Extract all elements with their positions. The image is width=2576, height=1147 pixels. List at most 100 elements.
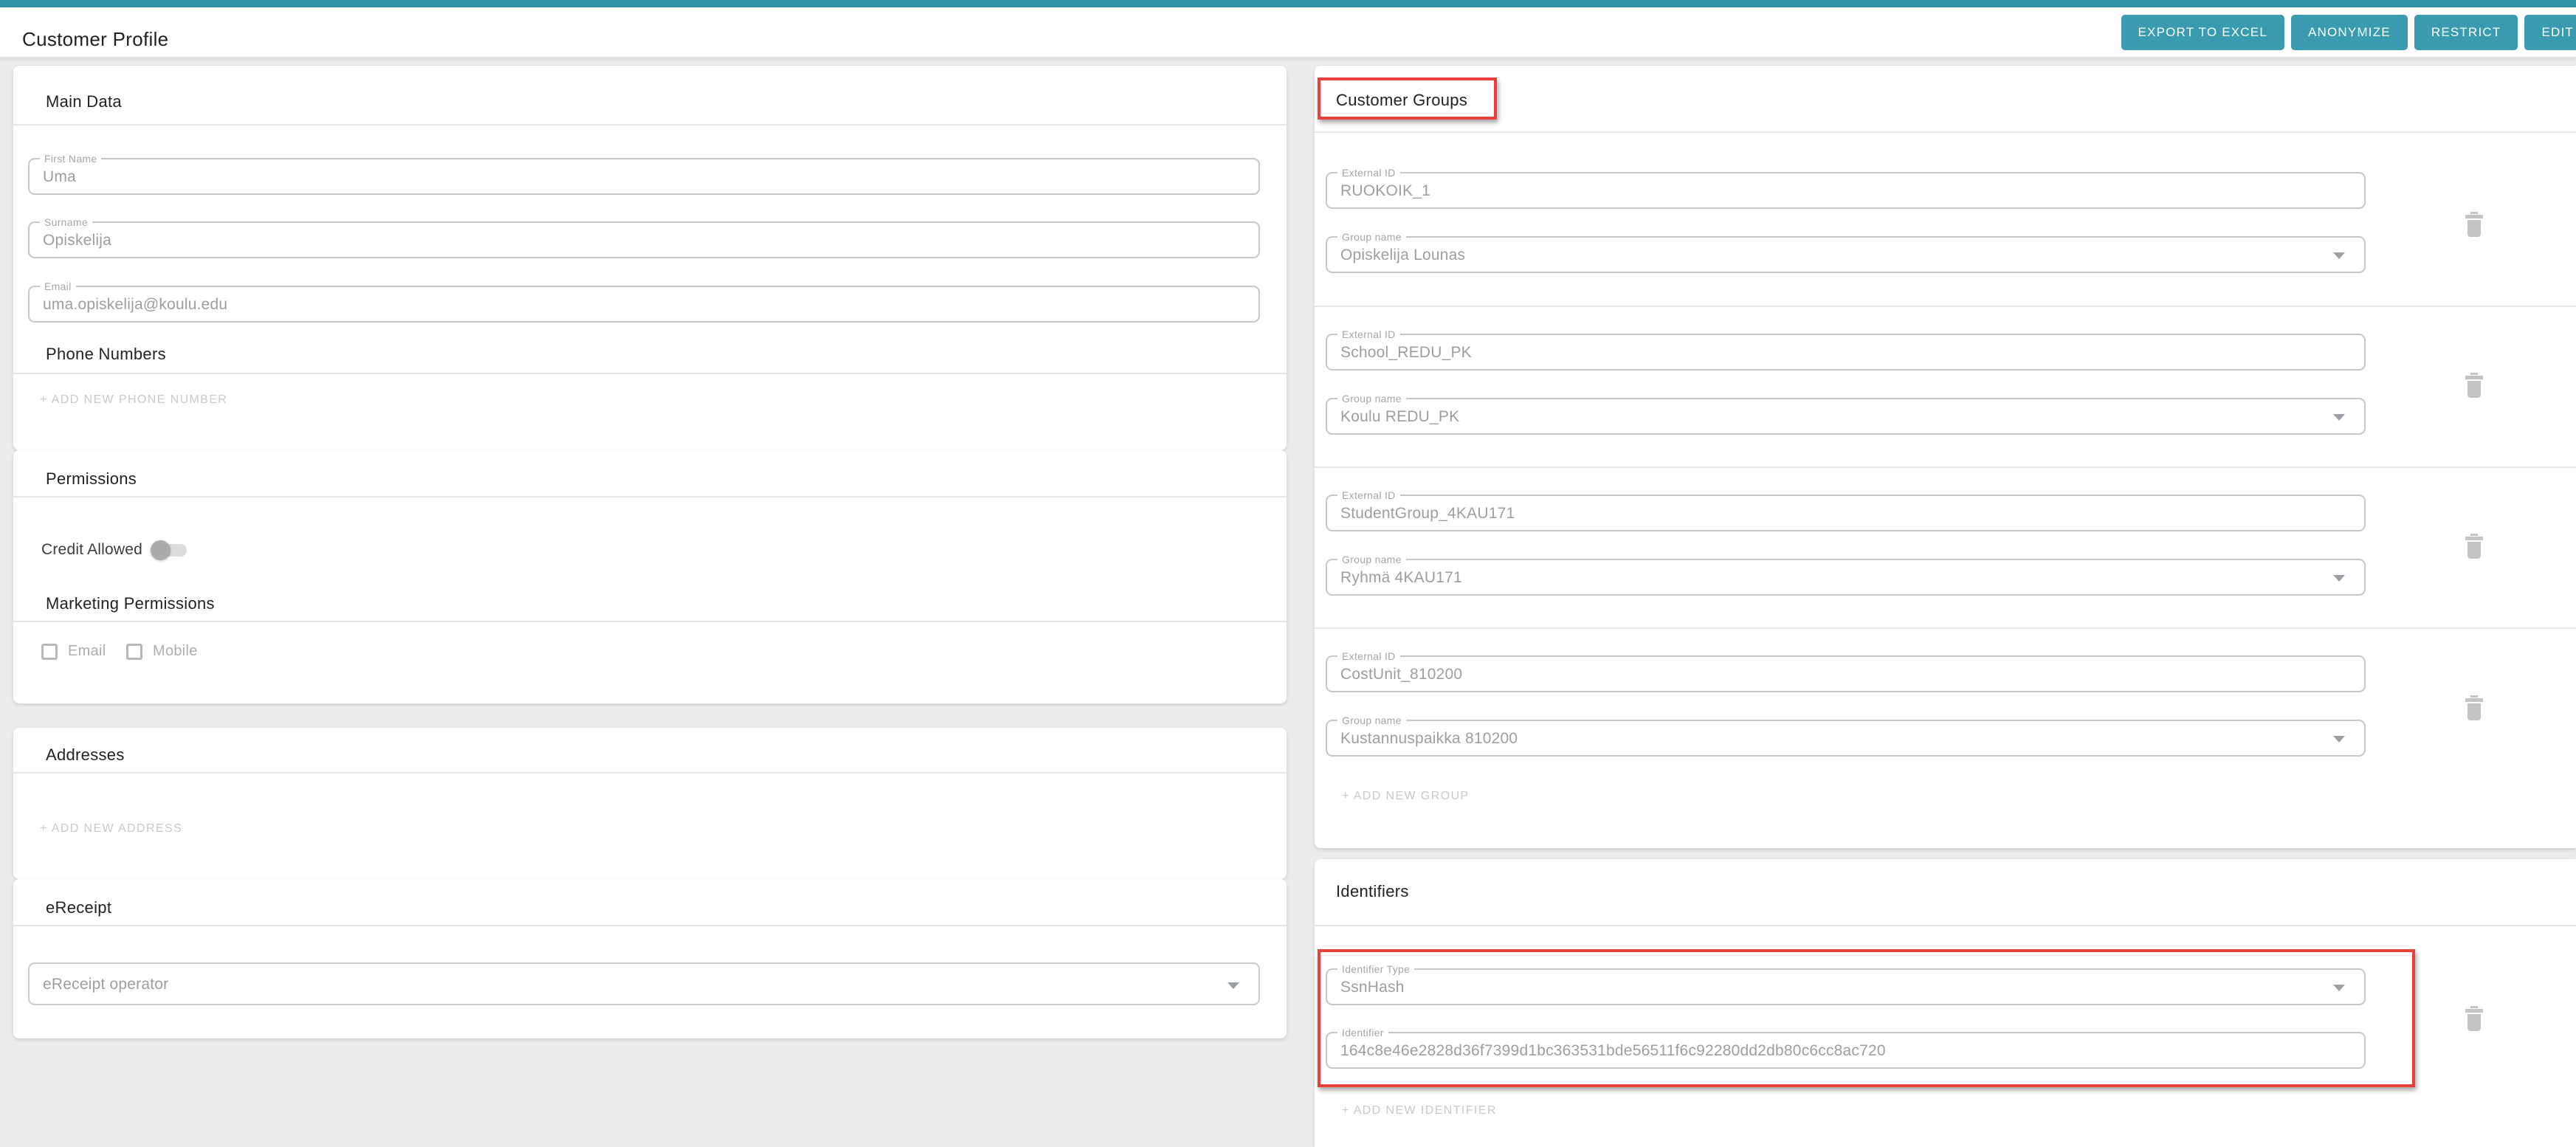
group-name-select[interactable]: Group name Koulu REDU_PK (1326, 392, 2366, 435)
group-name-select[interactable]: Group name Opiskelija Lounas (1326, 230, 2366, 273)
ereceipt-title: eReceipt (46, 898, 112, 917)
external-id-field[interactable]: External ID School_REDU_PK (1326, 328, 2366, 371)
mobile-checkbox[interactable] (126, 643, 142, 660)
restrict-button[interactable]: RESTRICT (2414, 15, 2518, 50)
group-name-label: Group name (1337, 553, 1406, 566)
trash-icon (2465, 373, 2483, 398)
email-field[interactable]: Email uma.opiskelija@koulu.edu (28, 280, 1260, 323)
first-name-label: First Name (40, 152, 102, 165)
group-name-value: Ryhmä 4KAU171 (1340, 569, 1462, 586)
surname-value: Opiskelija (43, 232, 112, 249)
email-checkbox[interactable] (41, 643, 58, 660)
identifiers-title: Identifiers (1336, 882, 1409, 900)
divider (13, 496, 1287, 497)
export-to-excel-button[interactable]: EXPORT TO EXCEL (2121, 15, 2284, 50)
trash-icon (2465, 1006, 2483, 1031)
group-name-value: Opiskelija Lounas (1340, 247, 1466, 264)
email-value: uma.opiskelija@koulu.edu (43, 296, 228, 313)
identifier-type-value: SsnHash (1340, 979, 1405, 996)
first-name-value: Uma (43, 168, 76, 185)
external-id-value: School_REDU_PK (1340, 344, 1472, 361)
chevron-down-icon (2333, 736, 2345, 743)
email-label: Email (40, 280, 76, 293)
external-id-value: CostUnit_810200 (1340, 666, 1463, 683)
anonymize-button[interactable]: ANONYMIZE (2290, 15, 2408, 50)
divider (1315, 627, 2576, 629)
divider (13, 772, 1287, 774)
group-name-select[interactable]: Group name Kustannuspaikka 810200 (1326, 714, 2366, 757)
toggle-thumb (151, 540, 171, 560)
identifier-label: Identifier (1337, 1026, 1388, 1039)
top-accent-bar (0, 0, 2576, 7)
marketing-email-option: Email (41, 643, 106, 660)
external-id-field[interactable]: External ID CostUnit_810200 (1326, 650, 2366, 692)
group-name-value: Kustannuspaikka 810200 (1340, 730, 1518, 747)
group-name-label: Group name (1337, 230, 1406, 244)
external-id-label: External ID (1337, 489, 1400, 502)
main-data-title: Main Data (46, 92, 122, 111)
credit-allowed-label: Credit Allowed (41, 541, 143, 558)
external-id-field[interactable]: External ID StudentGroup_4KAU171 (1326, 489, 2366, 531)
divider (1315, 306, 2576, 307)
permissions-title: Permissions (46, 469, 137, 488)
delete-group-button[interactable] (2463, 373, 2485, 398)
ereceipt-card: eReceipt eReceipt operator (13, 879, 1287, 1038)
surname-field[interactable]: Surname Opiskelija (28, 216, 1260, 258)
group-name-select[interactable]: Group name Ryhmä 4KAU171 (1326, 553, 2366, 596)
edit-button[interactable]: EDIT (2524, 15, 2576, 50)
divider (1315, 131, 2576, 133)
ereceipt-operator-select[interactable]: eReceipt operator (28, 962, 1260, 1005)
surname-label: Surname (40, 216, 92, 229)
identifier-type-select[interactable]: Identifier Type SsnHash (1326, 962, 2366, 1005)
divider (13, 373, 1287, 374)
page-title: Customer Profile (22, 28, 169, 50)
chevron-down-icon (1227, 982, 1239, 989)
divider (13, 621, 1287, 622)
delete-group-button[interactable] (2463, 695, 2485, 720)
addresses-title: Addresses (46, 745, 125, 764)
trash-icon (2465, 695, 2483, 720)
chevron-down-icon (2333, 575, 2345, 582)
identifier-value: 164c8e46e2828d36f7399d1bc363531bde56511f… (1340, 1042, 1886, 1059)
customer-groups-card: Customer Groups External ID RUOKOIK_1 Gr… (1315, 66, 2576, 848)
phone-numbers-title: Phone Numbers (46, 345, 166, 363)
permissions-card: Permissions Credit Allowed Marketing Per… (13, 450, 1287, 703)
group-name-label: Group name (1337, 392, 1406, 405)
external-id-label: External ID (1337, 650, 1400, 663)
marketing-permissions-title: Marketing Permissions (46, 594, 215, 613)
external-id-value: StudentGroup_4KAU171 (1340, 505, 1515, 522)
delete-group-button[interactable] (2463, 212, 2485, 237)
delete-group-button[interactable] (2463, 534, 2485, 559)
credit-allowed-toggle[interactable] (151, 540, 187, 560)
external-id-value: RUOKOIK_1 (1340, 182, 1431, 199)
main-data-card: Main Data First Name Uma Surname Opiskel… (13, 66, 1287, 450)
group-name-value: Koulu REDU_PK (1340, 408, 1460, 425)
mobile-checkbox-label: Mobile (153, 643, 198, 659)
marketing-mobile-option: Mobile (126, 643, 198, 660)
add-group-button[interactable]: + ADD NEW GROUP (1342, 790, 1470, 803)
customer-groups-title: Customer Groups (1336, 91, 1468, 109)
add-phone-number-button[interactable]: + ADD NEW PHONE NUMBER (40, 393, 227, 407)
external-id-label: External ID (1337, 328, 1400, 341)
external-id-label: External ID (1337, 166, 1400, 179)
addresses-card: Addresses + ADD NEW ADDRESS (13, 728, 1287, 879)
trash-icon (2465, 534, 2483, 559)
add-address-button[interactable]: + ADD NEW ADDRESS (40, 822, 182, 836)
ereceipt-operator-placeholder: eReceipt operator (43, 976, 169, 993)
divider (1315, 466, 2576, 468)
identifiers-card: Identifiers Identifier Type SsnHash Iden… (1315, 859, 2576, 1147)
external-id-field[interactable]: External ID RUOKOIK_1 (1326, 166, 2366, 209)
app-header: Customer Profile EXPORT TO EXCEL ANONYMI… (0, 7, 2576, 58)
identifier-type-label: Identifier Type (1337, 962, 1415, 976)
group-name-label: Group name (1337, 714, 1406, 727)
identifier-field[interactable]: Identifier 164c8e46e2828d36f7399d1bc3635… (1326, 1026, 2366, 1069)
delete-identifier-button[interactable] (2463, 1006, 2485, 1031)
add-identifier-button[interactable]: + ADD NEW IDENTIFIER (1342, 1104, 1497, 1117)
divider (1315, 925, 2576, 926)
chevron-down-icon (2333, 985, 2345, 991)
toolbar: EXPORT TO EXCEL ANONYMIZE RESTRICT EDIT (2121, 15, 2576, 50)
chevron-down-icon (2333, 252, 2345, 259)
divider (13, 124, 1287, 125)
divider (13, 925, 1287, 926)
first-name-field[interactable]: First Name Uma (28, 152, 1260, 195)
